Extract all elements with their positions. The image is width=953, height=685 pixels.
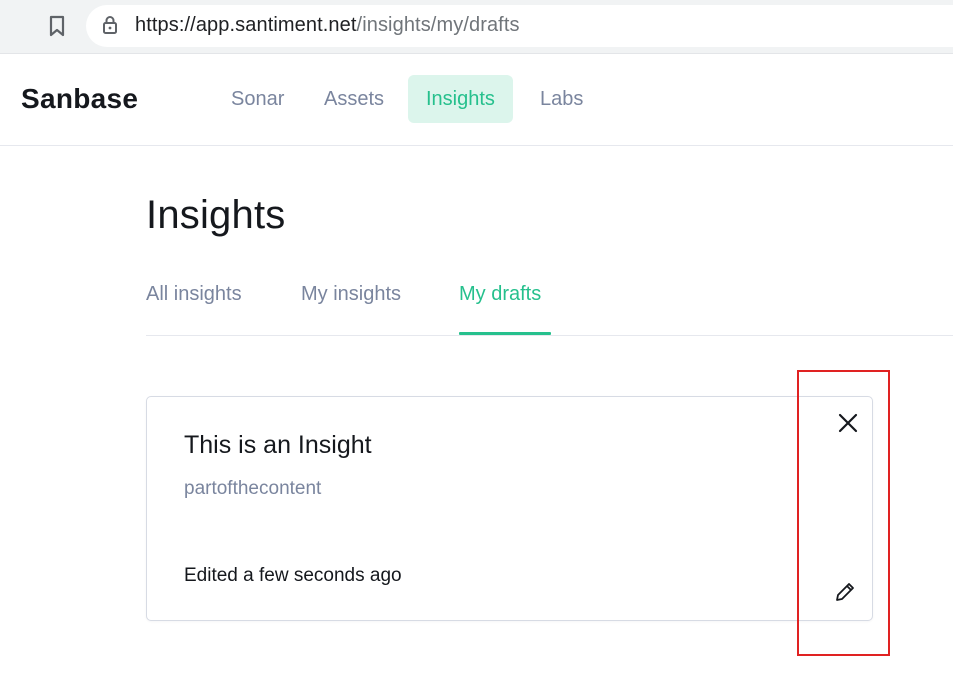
bookmark-icon[interactable] — [46, 14, 68, 38]
draft-snippet: partofthecontent — [184, 478, 322, 499]
nav-item-assets[interactable]: Assets — [306, 75, 402, 123]
draft-title[interactable]: This is an Insight — [184, 431, 372, 460]
url-text[interactable]: https://app.santiment.net/insights/my/dr… — [135, 14, 520, 37]
tab-my-insights[interactable]: My insights — [301, 283, 401, 306]
page-title: Insights — [146, 193, 286, 237]
sanbase-logo[interactable]: Sanbase — [21, 83, 138, 115]
nav-item-insights[interactable]: Insights — [408, 75, 513, 123]
nav-item-labs[interactable]: Labs — [522, 75, 601, 123]
tab-all-insights[interactable]: All insights — [146, 283, 242, 306]
insights-tabs: All insights My insights My drafts — [146, 270, 953, 336]
url-host: https://app.santiment.net — [135, 14, 357, 36]
nav-item-sonar[interactable]: Sonar — [213, 75, 302, 123]
annotation-highlight-box — [797, 370, 890, 656]
draft-edited-time: Edited a few seconds ago — [184, 565, 402, 586]
browser-toolbar: https://app.santiment.net/insights/my/dr… — [0, 0, 953, 54]
lock-icon[interactable] — [102, 15, 118, 35]
url-path: /insights/my/drafts — [356, 14, 520, 36]
active-tab-indicator — [459, 332, 551, 335]
draft-card[interactable]: This is an Insight partofthecontent Edit… — [146, 396, 873, 621]
top-navigation: Sanbase Sonar Assets Insights Labs — [0, 54, 953, 146]
tab-my-drafts[interactable]: My drafts — [459, 283, 541, 306]
